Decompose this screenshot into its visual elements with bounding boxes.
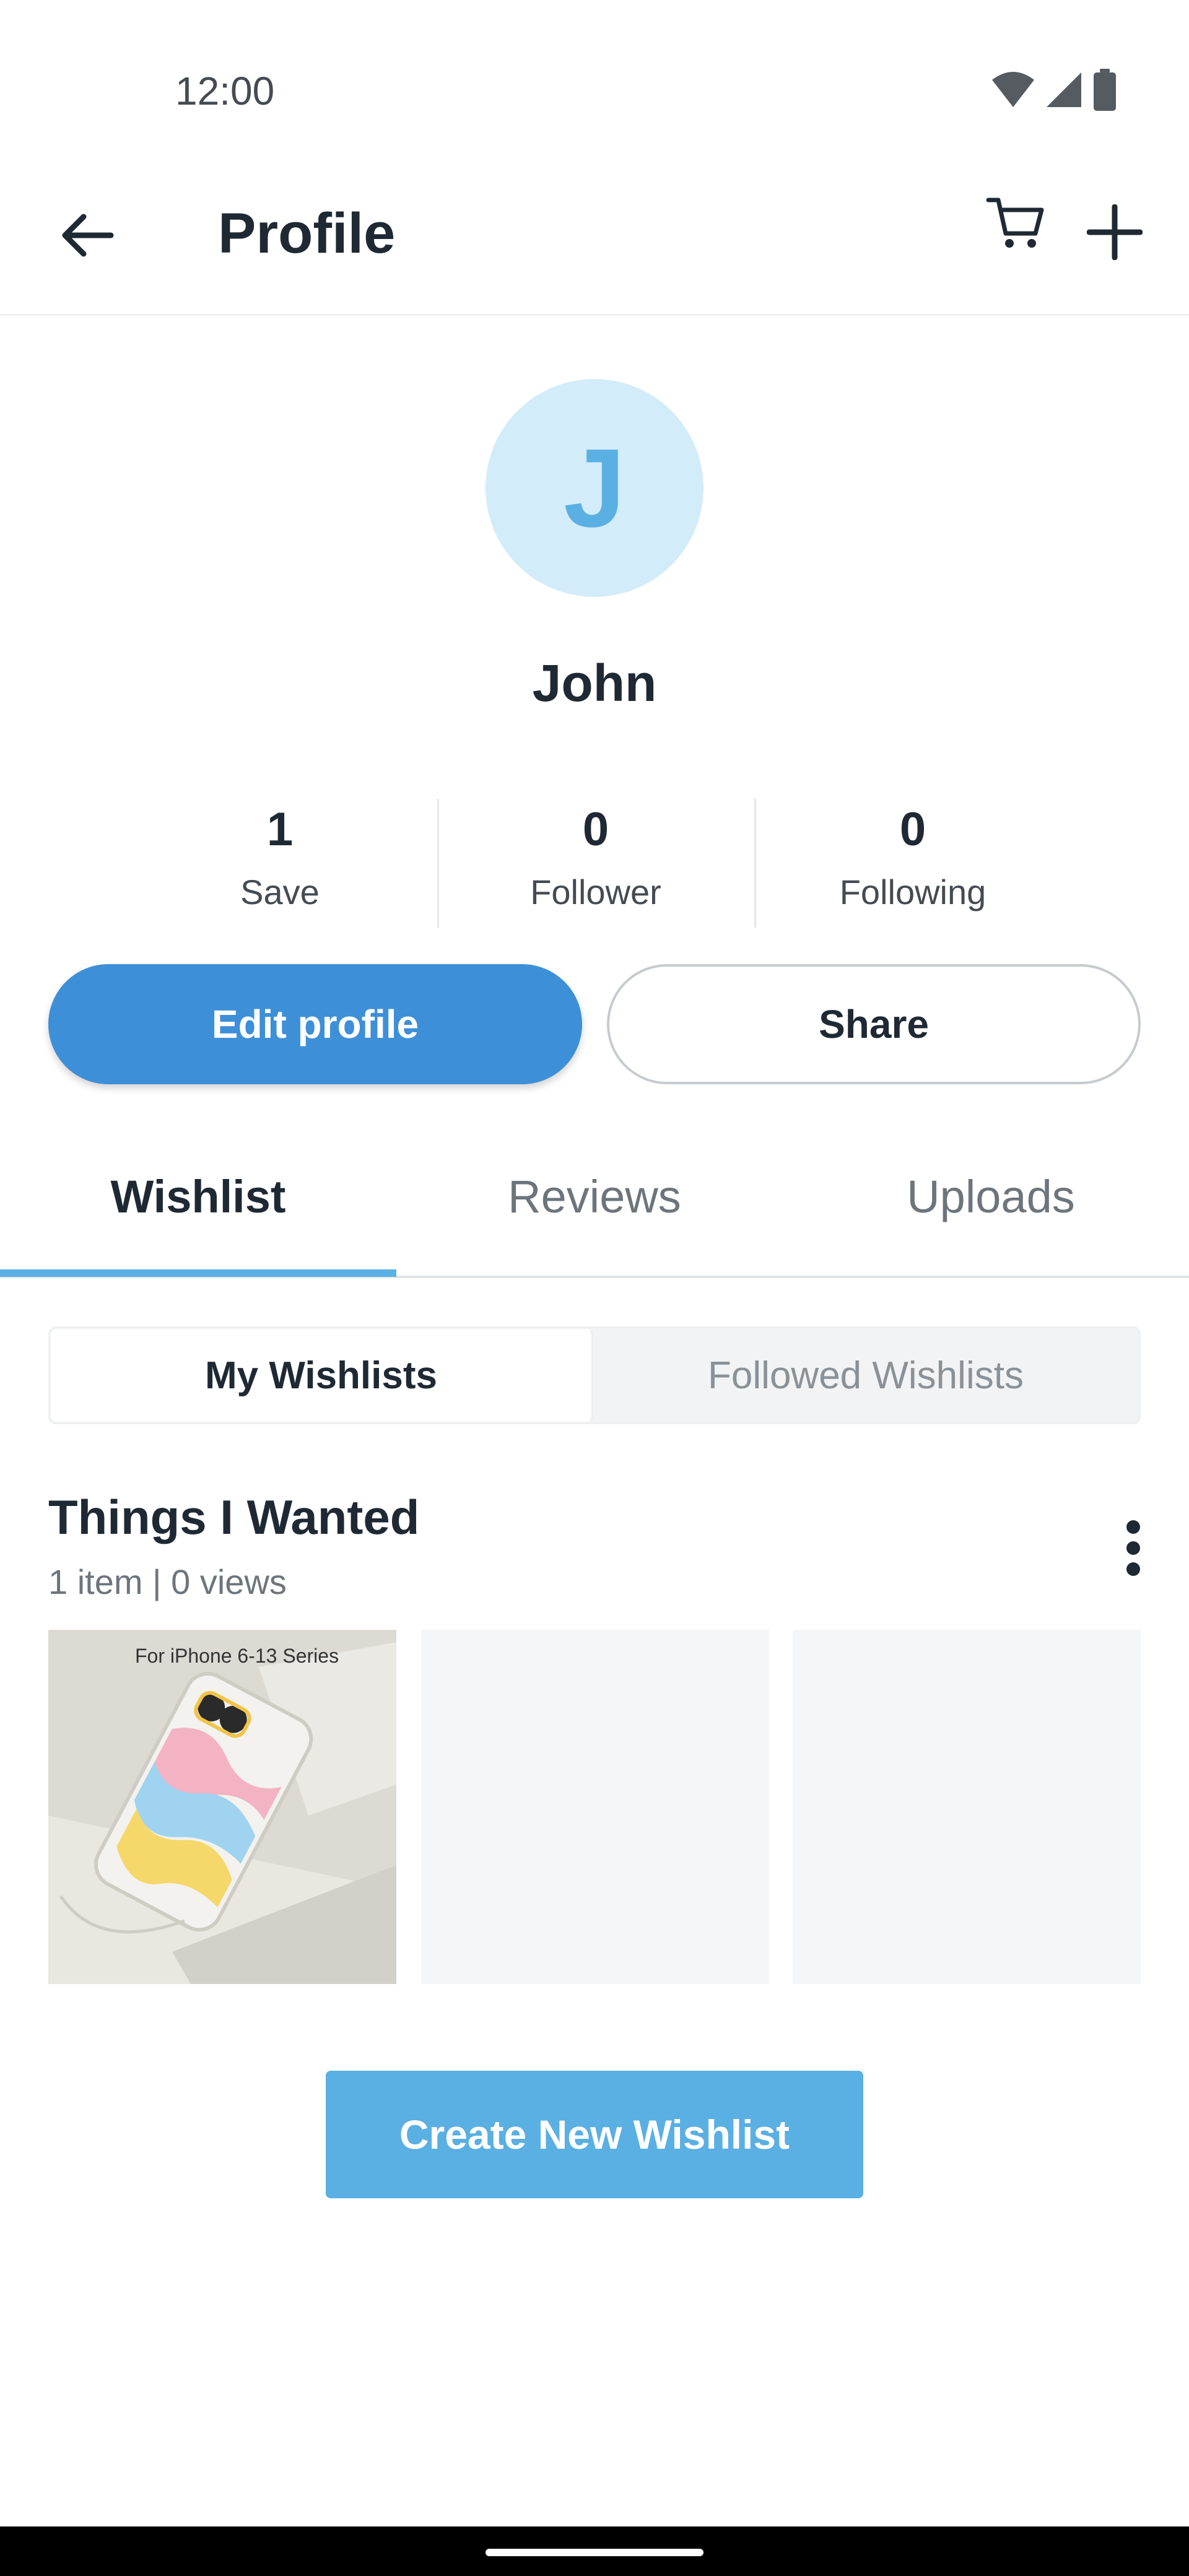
signal-icon	[1047, 72, 1081, 107]
status-icons	[991, 65, 1139, 115]
status-time: 12:00	[175, 69, 275, 113]
avatar-initial: J	[563, 425, 626, 550]
segment-followed-wishlists[interactable]: Followed Wishlists	[593, 1329, 1138, 1422]
avatar[interactable]: J	[486, 379, 703, 597]
stat-save-value: 1	[266, 803, 294, 856]
wishlist-title[interactable]: Things I Wanted	[48, 1489, 419, 1546]
wishlist-item-image[interactable]: For iPhone 6-13 Series	[48, 1630, 396, 1984]
product-image-caption: For iPhone 6-13 Series	[135, 1645, 339, 1667]
wifi-icon	[992, 72, 1034, 107]
stat-follower-value: 0	[582, 803, 609, 856]
stat-following-label: Following	[839, 872, 986, 912]
segment-my-wishlists[interactable]: My Wishlists	[51, 1329, 593, 1422]
back-button[interactable]	[50, 198, 124, 272]
add-button[interactable]	[1078, 195, 1152, 269]
page-title: Profile	[218, 202, 396, 265]
more-vert-icon-dot	[1126, 1562, 1140, 1576]
create-new-wishlist-button[interactable]: Create New Wishlist	[326, 2071, 863, 2198]
home-indicator[interactable]	[486, 2549, 703, 2556]
share-button[interactable]: Share	[607, 964, 1141, 1084]
cart-button[interactable]	[978, 186, 1053, 260]
stat-following[interactable]: 0 Following	[754, 799, 1071, 912]
stat-following-value: 0	[899, 803, 926, 856]
tab-uploads[interactable]: Uploads	[793, 1170, 1189, 1223]
tab-wishlist[interactable]: Wishlist	[0, 1170, 396, 1223]
plus-icon	[1087, 204, 1143, 260]
wishlist-meta: 1 item | 0 views	[48, 1562, 287, 1601]
tab-indicator	[0, 1269, 396, 1277]
tab-reviews[interactable]: Reviews	[396, 1170, 793, 1223]
profile-name: John	[532, 654, 657, 712]
wishlist-empty-slot	[793, 1630, 1141, 1984]
wishlist-empty-slot	[421, 1630, 769, 1984]
stat-save[interactable]: 1 Save	[121, 799, 438, 912]
stat-follower-label: Follower	[530, 872, 661, 912]
phone-case-image	[48, 1630, 396, 1984]
stat-follower[interactable]: 0 Follower	[437, 799, 754, 912]
arrow-back-icon	[62, 214, 114, 257]
stat-save-label: Save	[240, 872, 320, 912]
edit-profile-button[interactable]: Edit profile	[48, 964, 582, 1084]
battery-icon	[1094, 69, 1116, 111]
cart-icon	[986, 198, 1044, 248]
more-vert-icon-dot	[1126, 1541, 1140, 1555]
more-options-button[interactable]	[1102, 1511, 1164, 1585]
more-vert-icon	[1126, 1520, 1140, 1534]
